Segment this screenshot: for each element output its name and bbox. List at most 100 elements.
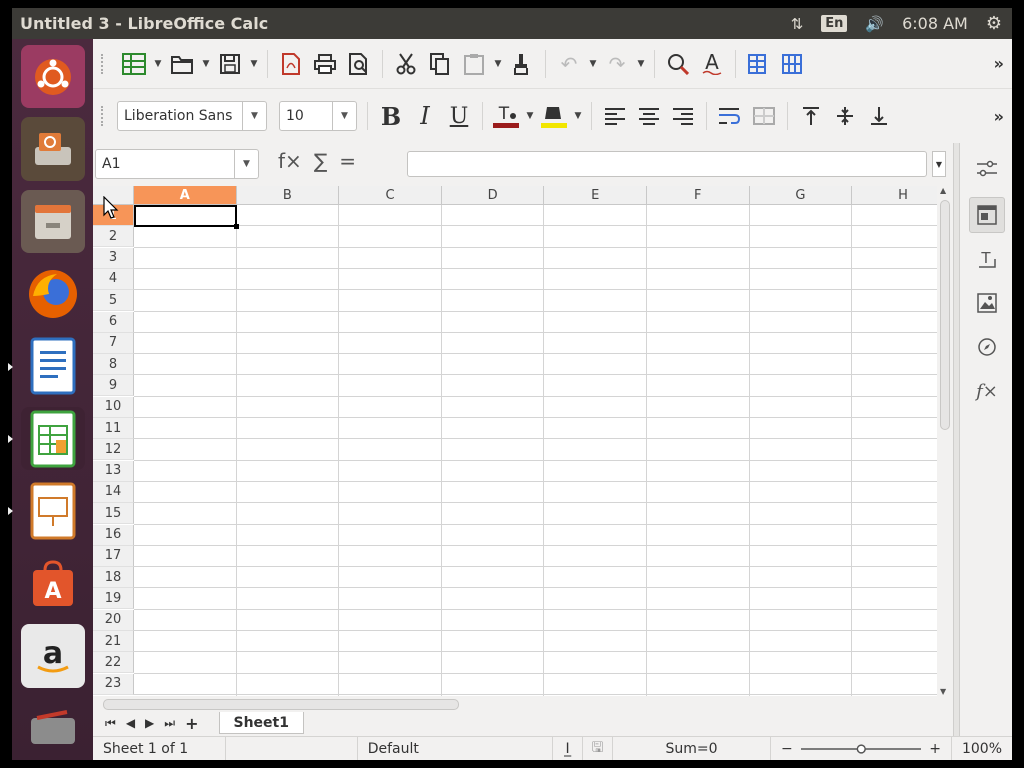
column-header[interactable]: E xyxy=(544,186,647,205)
amazon-icon[interactable]: a xyxy=(20,624,85,688)
sheet-tab[interactable]: Sheet1 xyxy=(218,712,304,734)
clone-formatting-icon[interactable] xyxy=(505,47,539,81)
active-cell[interactable] xyxy=(134,205,239,229)
new-spreadsheet-icon[interactable] xyxy=(117,47,151,81)
sum-icon[interactable]: ∑ xyxy=(314,149,327,173)
italic-icon[interactable]: I xyxy=(408,99,442,133)
install-ubuntu-icon[interactable] xyxy=(20,117,85,181)
row-header[interactable]: 7 xyxy=(93,332,134,354)
insert-column-icon[interactable] xyxy=(776,47,810,81)
system-settings-icon[interactable] xyxy=(21,697,85,760)
wrap-text-icon[interactable] xyxy=(713,99,747,133)
align-center-icon[interactable] xyxy=(632,99,666,133)
function-wizard-icon[interactable]: f× xyxy=(278,149,302,173)
clock[interactable]: 6:08 AM xyxy=(902,14,968,33)
libreoffice-calc-icon[interactable] xyxy=(7,407,85,471)
chevron-down-icon[interactable]: ▼ xyxy=(332,102,356,130)
add-sheet-icon[interactable]: + xyxy=(185,714,198,733)
keyboard-layout-indicator[interactable]: En xyxy=(821,15,848,32)
highlighting-color-dropdown-icon[interactable]: ▼ xyxy=(571,99,585,133)
libreoffice-writer-icon[interactable] xyxy=(7,335,85,398)
spreadsheet-grid[interactable]: ABCDEFGH12345678910111213141516171819202… xyxy=(93,186,937,696)
navigator-icon[interactable] xyxy=(969,329,1005,365)
insert-row-icon[interactable] xyxy=(742,47,776,81)
align-left-icon[interactable] xyxy=(598,99,632,133)
row-header[interactable]: 10 xyxy=(93,396,134,418)
undo-icon[interactable]: ↶ xyxy=(552,47,586,81)
align-bottom-icon[interactable] xyxy=(862,99,896,133)
row-header[interactable]: 14 xyxy=(93,481,134,503)
cut-icon[interactable] xyxy=(389,47,423,81)
horizontal-scrollbar[interactable] xyxy=(93,696,937,712)
align-right-icon[interactable] xyxy=(666,99,700,133)
row-header[interactable]: 6 xyxy=(93,311,134,333)
horizontal-scroll-thumb[interactable] xyxy=(103,699,459,710)
font-name-value[interactable]: Liberation Sans xyxy=(118,108,242,124)
page-style[interactable]: Default xyxy=(358,737,554,760)
toolbar-grip[interactable] xyxy=(101,53,107,74)
row-header[interactable]: 17 xyxy=(93,545,134,567)
chevron-down-icon[interactable]: ▼ xyxy=(242,102,266,130)
row-header[interactable]: 8 xyxy=(93,354,134,376)
vertical-scroll-thumb[interactable] xyxy=(940,200,950,430)
column-header[interactable]: C xyxy=(339,186,442,205)
highlighting-color-icon[interactable] xyxy=(537,99,571,133)
row-header[interactable]: 18 xyxy=(93,567,134,589)
zoom-out-icon[interactable]: − xyxy=(781,741,793,757)
row-header[interactable]: 20 xyxy=(93,609,134,631)
first-sheet-icon[interactable]: ⏮ xyxy=(105,716,116,731)
firefox-icon[interactable] xyxy=(21,262,85,325)
undo-dropdown-icon[interactable]: ▼ xyxy=(586,47,600,81)
row-header[interactable]: 5 xyxy=(93,290,134,312)
row-header[interactable]: 3 xyxy=(93,247,134,269)
font-color-icon[interactable]: T xyxy=(489,99,523,133)
previous-sheet-icon[interactable]: ◀ xyxy=(126,716,135,730)
volume-icon[interactable]: 🔊 xyxy=(865,15,884,33)
font-size-value[interactable]: 10 xyxy=(280,108,332,124)
column-header[interactable]: G xyxy=(749,186,853,205)
column-header[interactable]: A xyxy=(134,186,237,205)
toolbar-overflow-icon[interactable]: » xyxy=(994,107,1004,126)
chevron-down-icon[interactable]: ▼ xyxy=(234,150,258,178)
open-folder-icon[interactable] xyxy=(165,47,199,81)
formula-input[interactable] xyxy=(407,151,927,177)
font-color-dropdown-icon[interactable]: ▼ xyxy=(523,99,537,133)
scroll-up-icon[interactable]: ▲ xyxy=(940,186,946,195)
row-header[interactable]: 2 xyxy=(93,226,134,248)
libreoffice-impress-icon[interactable] xyxy=(7,479,85,542)
row-header[interactable]: 4 xyxy=(93,268,134,290)
paste-dropdown-icon[interactable]: ▼ xyxy=(491,47,505,81)
font-size-combo[interactable]: 10 ▼ xyxy=(279,101,357,131)
column-header[interactable]: F xyxy=(647,186,750,205)
ubuntu-software-icon[interactable]: A xyxy=(21,552,85,615)
spelling-icon[interactable]: A xyxy=(695,47,729,81)
last-sheet-icon[interactable]: ⏭ xyxy=(164,716,175,731)
merge-cells-icon[interactable] xyxy=(747,99,781,133)
name-box-value[interactable]: A1 xyxy=(96,156,234,172)
row-header[interactable]: 23 xyxy=(93,673,134,695)
export-pdf-icon[interactable] xyxy=(274,47,308,81)
align-top-icon[interactable] xyxy=(794,99,828,133)
sidebar-menu-icon[interactable] xyxy=(969,151,1005,187)
column-header[interactable]: H xyxy=(852,186,937,205)
row-header[interactable]: 13 xyxy=(93,460,134,482)
ubuntu-dash-icon[interactable] xyxy=(20,45,85,109)
document-modified-icon[interactable]: 🖫 xyxy=(583,737,614,760)
row-header[interactable]: 11 xyxy=(93,418,134,439)
sum-value[interactable]: Sum=0 xyxy=(613,737,771,760)
formula-equals-icon[interactable]: = xyxy=(339,149,356,173)
selection-mode-icon[interactable]: I̲ xyxy=(553,737,584,760)
name-box[interactable]: A1 ▼ xyxy=(95,149,259,179)
properties-icon[interactable] xyxy=(969,197,1005,233)
row-header[interactable]: 19 xyxy=(93,588,134,610)
column-header[interactable]: B xyxy=(236,186,340,205)
open-dropdown-icon[interactable]: ▼ xyxy=(199,47,213,81)
row-header[interactable]: 9 xyxy=(93,375,134,397)
bold-icon[interactable]: B xyxy=(374,99,408,133)
functions-icon[interactable]: f× xyxy=(969,373,1005,409)
new-dropdown-icon[interactable]: ▼ xyxy=(151,47,165,81)
paste-icon[interactable] xyxy=(457,47,491,81)
redo-icon[interactable]: ↷ xyxy=(600,47,634,81)
sheet-position[interactable]: Sheet 1 of 1 xyxy=(93,737,227,760)
font-name-combo[interactable]: Liberation Sans ▼ xyxy=(117,101,267,131)
